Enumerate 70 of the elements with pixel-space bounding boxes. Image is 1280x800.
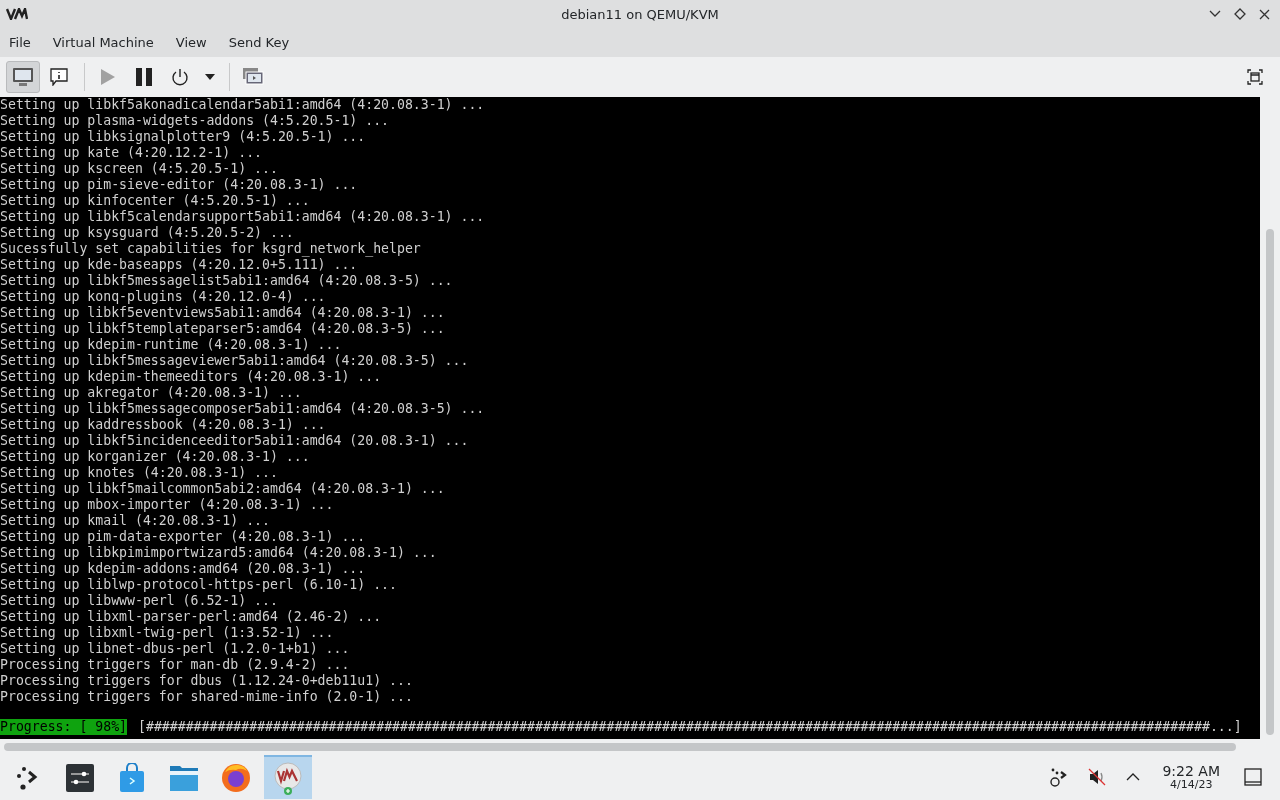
power-icon xyxy=(171,68,189,86)
menu-item[interactable]: Virtual Machine xyxy=(47,35,171,50)
caret-icon xyxy=(205,74,215,80)
play-icon xyxy=(100,68,116,86)
terminal-line: Setting up libxml-twig-perl (1:3.52-1) ... xyxy=(0,625,335,641)
terminal-line: Setting up libkf5messagelist5abi1:amd64 (4:20.08.3-5) ... xyxy=(0,273,454,289)
terminal-line: Setting up plasma-widgets-addons (4:5.20.5-1) ... xyxy=(0,113,391,129)
menu-item[interactable]: View xyxy=(170,35,224,50)
terminal-line: Setting up libxml-parser-perl:amd64 (2.46-2) ... xyxy=(0,609,383,625)
show-desktop-icon[interactable] xyxy=(1244,768,1262,786)
info-icon xyxy=(50,68,68,86)
screens-icon xyxy=(242,67,264,87)
chevron-up-icon[interactable] xyxy=(1126,773,1141,781)
pause-icon xyxy=(136,68,152,86)
terminal-line: Sucessfully set capabilities for ksgrd_network_helper xyxy=(0,241,422,257)
terminal-line: Processing triggers for dbus (1.12.24-0+deb11u1) ... xyxy=(0,673,414,689)
folder-icon xyxy=(169,764,199,792)
console-button[interactable] xyxy=(6,61,40,93)
terminal-line: Processing triggers for man-db (2.9.4-2) ... xyxy=(0,657,351,673)
terminal-line: Setting up kdepim-addons:amd64 (20.08.3-1) ... xyxy=(0,561,367,577)
terminal-line: Setting up kdepim-runtime (4:20.08.3-1) ... xyxy=(0,337,343,353)
terminal-line: Setting up ksysguard (4:5.20.5-2) ... xyxy=(0,225,295,241)
terminal-line: Setting up libkf5mailcommon5abi2:amd64 (4:20.08.3-1) ... xyxy=(0,481,446,497)
menu-item[interactable]: Send Key xyxy=(223,35,307,50)
terminal-line: Setting up kate (4:20.12.2-1) ... xyxy=(0,145,263,161)
terminal-line: Setting up kscreen (4:5.20.5-1) ... xyxy=(0,161,279,177)
terminal-line: Setting up pim-sieve-editor (4:20.08.3-1) ... xyxy=(0,177,359,193)
monitor-icon xyxy=(12,67,34,87)
fullscreen-icon xyxy=(1247,69,1263,85)
terminal-line: Setting up liblwp-protocol-https-perl (6.10-1) ... xyxy=(0,577,398,593)
terminal-line: Setting up libkf5messagecomposer5abi1:amd64 (4:20.08.3-5) ... xyxy=(0,401,486,417)
virtual-machine-icon xyxy=(273,761,303,795)
progress-label: Progress: [ 98%] xyxy=(0,719,128,735)
close-icon[interactable] xyxy=(1259,8,1270,20)
terminal-line: Setting up kdepim-themeeditors (4:20.08.3-1) ... xyxy=(0,369,383,385)
terminal-line: Setting up korganizer (4:20.08.3-1) ... xyxy=(0,449,311,465)
terminal-line: Setting up akregator (4:20.08.3-1) ... xyxy=(0,385,303,401)
terminal-line: Setting up libkf5akonadicalendar5abi1:amd64 (4:20.08.3-1) ... xyxy=(0,97,486,113)
terminal-line: Setting up libwww-perl (6.52-1) ... xyxy=(0,593,279,609)
terminal-line: Setting up libksignalplotter9 (4:5.20.5-1) ... xyxy=(0,129,367,145)
taskbar-app[interactable] xyxy=(264,755,312,799)
clock-time[interactable]: 9:22 AM xyxy=(1162,763,1220,779)
terminal-line: Setting up konq-plugins (4:20.12.0-4) ... xyxy=(0,289,327,305)
terminal-line: Setting up libkf5eventviews5abi1:amd64 (4:20.08.3-1) ... xyxy=(0,305,446,321)
terminal-line: Setting up kde-baseapps (4:20.12.0+5.111) ... xyxy=(0,257,359,273)
sliders-icon xyxy=(66,764,94,792)
menu-item[interactable]: File xyxy=(9,35,48,50)
muted-speaker-icon[interactable] xyxy=(1088,768,1107,786)
terminal-line: Setting up pim-data-exporter (4:20.08.3-1) ... xyxy=(0,529,367,545)
terminal-line: Setting up libkf5calendarsupport5abi1:amd64 (4:20.08.3-1) ... xyxy=(0,209,486,225)
minimize-icon[interactable] xyxy=(1209,10,1221,18)
clock-date[interactable]: 4/14/23 xyxy=(1170,778,1213,791)
terminal-line: Setting up libkpimimportwizard5:amd64 (4:20.08.3-1) ... xyxy=(0,545,438,561)
progress-text: [######################################################################################################################################...] xyxy=(138,719,1242,735)
app-logo-icon xyxy=(6,8,28,20)
network-icon[interactable] xyxy=(1050,767,1069,787)
terminal-line: Setting up knotes (4:20.08.3-1) ... xyxy=(0,465,279,481)
terminal-line: Setting up kmail (4:20.08.3-1) ... xyxy=(0,513,271,529)
terminal-line: Setting up libkf5incidenceeditor5abi1:amd64 (20.08.3-1) ... xyxy=(0,433,470,449)
terminal-line: Setting up kinfocenter (4:5.20.5-1) ... xyxy=(0,193,311,209)
terminal-line: Setting up mbox-importer (4:20.08.3-1) ... xyxy=(0,497,335,513)
window-title: debian11 on QEMU/KVM xyxy=(561,6,719,22)
maximize-icon[interactable] xyxy=(1234,8,1246,20)
browser-icon xyxy=(221,763,251,793)
terminal-line: Setting up kaddressbook (4:20.08.3-1) ... xyxy=(0,417,327,433)
terminal-line: Setting up libkf5templateparser5:amd64 (4:20.08.3-5) ... xyxy=(0,321,446,337)
terminal-line: Processing triggers for shared-mime-info (2.0-1) ... xyxy=(0,689,414,705)
shopping-bag-icon xyxy=(119,763,145,793)
terminal-line: Setting up libnet-dbus-perl (1.2.0-1+b1) ... xyxy=(0,641,351,657)
terminal-line: Setting up libkf5messageviewer5abi1:amd64 (4:20.08.3-5) ... xyxy=(0,353,470,369)
